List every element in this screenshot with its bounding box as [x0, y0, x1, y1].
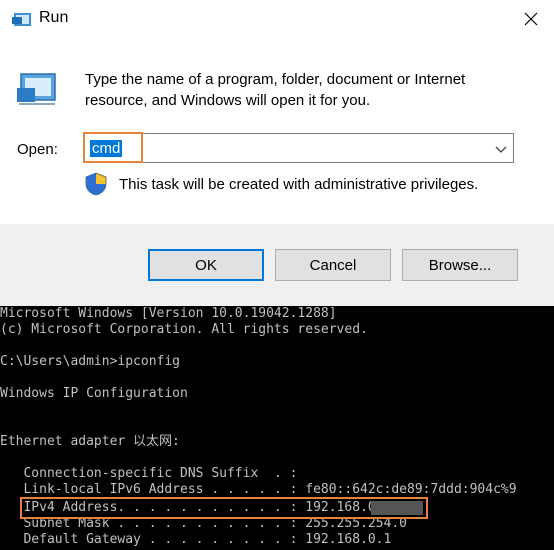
terminal-line: Default Gateway . . . . . . . . . : 192.…: [0, 532, 392, 547]
chevron-down-icon[interactable]: [495, 142, 507, 154]
terminal-line: Microsoft Windows [Version 10.0.19042.12…: [0, 306, 337, 321]
cmd-highlight-box: [83, 132, 143, 163]
terminal-line: Ethernet adapter 以太网:: [0, 434, 180, 449]
open-combobox[interactable]: cmd: [84, 133, 514, 163]
dialog-description: Type the name of a program, folder, docu…: [85, 71, 466, 109]
close-icon: [524, 12, 538, 26]
window-title: Run: [39, 9, 69, 26]
title-bar[interactable]: Run: [0, 0, 554, 38]
terminal-line: Windows IP Configuration: [0, 386, 188, 401]
cancel-button[interactable]: Cancel: [275, 249, 391, 281]
open-label: Open:: [17, 141, 58, 158]
run-app-icon: [12, 10, 32, 28]
command-prompt-output: Microsoft Windows [Version 10.0.19042.12…: [0, 306, 554, 550]
browse-button[interactable]: Browse...: [402, 249, 518, 281]
run-icon-large: [15, 68, 59, 112]
uac-shield-icon: [85, 172, 107, 196]
terminal-line: Link-local IPv6 Address . . . . . : fe80…: [0, 482, 517, 497]
terminal-line: Connection-specific DNS Suffix . :: [0, 466, 298, 481]
run-dialog: Run Type the name of a program, folder, …: [0, 0, 554, 306]
terminal-line: (c) Microsoft Corporation. All rights re…: [0, 322, 368, 337]
close-button[interactable]: [508, 0, 554, 38]
admin-privileges-note: This task will be created with administr…: [119, 176, 479, 193]
ok-button[interactable]: OK: [148, 249, 264, 281]
dialog-content: Type the name of a program, folder, docu…: [0, 38, 554, 224]
terminal-line: C:\Users\admin>ipconfig: [0, 354, 181, 369]
button-bar: OK Cancel Browse...: [0, 224, 554, 306]
ipv4-highlight-box: [20, 497, 428, 519]
